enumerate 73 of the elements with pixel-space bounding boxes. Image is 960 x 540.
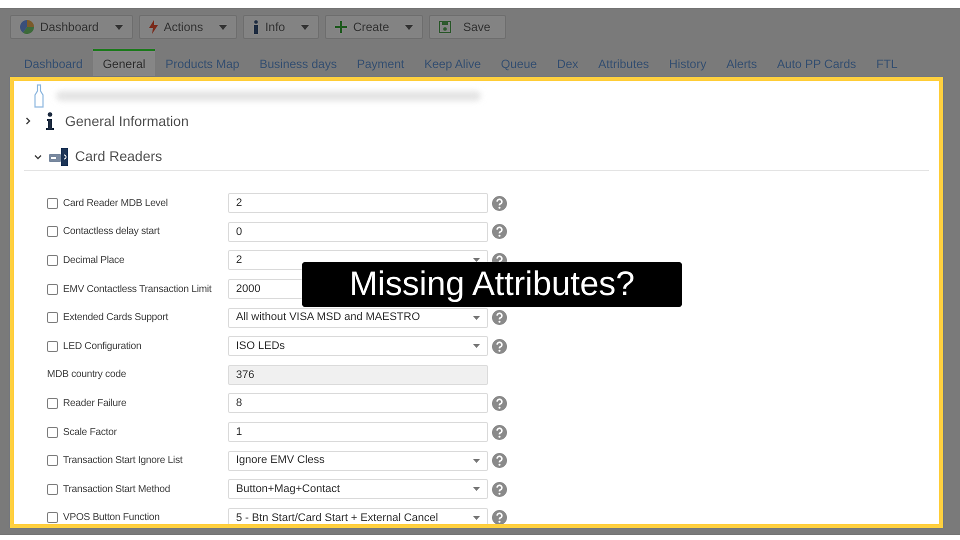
tab[interactable]: Keep Alive bbox=[414, 49, 491, 76]
field-label: Reader Failure bbox=[63, 396, 126, 411]
floppy-icon bbox=[439, 21, 452, 33]
checkbox[interactable] bbox=[47, 484, 58, 495]
checkbox[interactable] bbox=[47, 340, 58, 352]
tab[interactable]: Payment bbox=[346, 49, 414, 76]
checkbox[interactable] bbox=[47, 198, 58, 209]
tab[interactable]: Alerts bbox=[716, 49, 768, 76]
dropdown-field[interactable]: All without VISA MSD and MAESTRO bbox=[228, 308, 488, 328]
caret-icon bbox=[473, 344, 480, 348]
input-field[interactable]: 8 bbox=[228, 393, 488, 414]
checkbox[interactable] bbox=[47, 398, 58, 409]
caret-icon bbox=[473, 487, 480, 492]
caret-icon bbox=[405, 24, 414, 30]
tab[interactable]: Auto PP Cards bbox=[767, 49, 866, 76]
tab[interactable]: General bbox=[92, 49, 156, 76]
toolbar-button[interactable]: Dashboard bbox=[10, 15, 133, 39]
caption-tooltip: Missing Attributes? bbox=[302, 262, 682, 307]
field-label: Scale Factor bbox=[63, 426, 117, 440]
info-icon bbox=[46, 112, 54, 130]
dropdown-field[interactable]: 5 - Btn Start/Card Start + External Cancel bbox=[228, 508, 488, 524]
toolbar-button[interactable]: Actions bbox=[138, 15, 238, 39]
chevron-right-icon[interactable] bbox=[24, 117, 32, 125]
checkbox[interactable] bbox=[47, 512, 58, 524]
field-label: EMV Contactless Transaction Limit bbox=[63, 282, 212, 297]
caret-icon bbox=[114, 24, 123, 30]
caret-icon bbox=[473, 516, 480, 520]
lightning-icon bbox=[148, 20, 158, 34]
pie-chart-icon bbox=[20, 20, 34, 34]
field-label: Decimal Place bbox=[63, 254, 124, 268]
field-label: Extended Cards Support bbox=[63, 311, 168, 326]
input-field[interactable]: 2 bbox=[228, 193, 488, 214]
input-field[interactable]: 376 bbox=[228, 364, 488, 385]
checkbox[interactable] bbox=[47, 426, 58, 438]
checkbox[interactable] bbox=[47, 254, 58, 266]
bottle-icon bbox=[34, 84, 44, 108]
info-icon bbox=[253, 20, 260, 34]
section-title: Card Readers bbox=[75, 147, 162, 166]
caret-icon bbox=[219, 24, 228, 30]
tab[interactable]: FTL bbox=[866, 49, 908, 76]
checkbox[interactable] bbox=[47, 455, 58, 466]
tab[interactable]: Attributes bbox=[588, 49, 659, 76]
tab[interactable]: Dashboard bbox=[14, 49, 93, 76]
toolbar-button[interactable]: Save bbox=[429, 15, 506, 39]
checkbox[interactable] bbox=[47, 312, 58, 324]
tab[interactable]: Products Map bbox=[155, 49, 250, 76]
tab[interactable]: Business days bbox=[249, 49, 347, 76]
field-label: Transaction Start Method bbox=[63, 482, 170, 497]
caret-icon bbox=[473, 316, 480, 320]
checkbox[interactable] bbox=[47, 226, 58, 238]
field-label: VPOS Button Function bbox=[63, 511, 160, 524]
field-label: Transaction Start Ignore List bbox=[63, 454, 182, 468]
section-title: General Information bbox=[65, 112, 189, 130]
toolbar-button[interactable]: Create bbox=[325, 15, 424, 39]
tab[interactable]: Queue bbox=[490, 49, 547, 76]
field-label: MDB country code bbox=[47, 368, 126, 382]
tab[interactable]: History bbox=[659, 49, 716, 76]
dropdown-field[interactable]: Ignore EMV Cless bbox=[228, 450, 488, 471]
toolbar-button[interactable]: Info bbox=[243, 15, 320, 39]
checkbox[interactable] bbox=[47, 284, 58, 295]
caret-icon bbox=[473, 458, 480, 463]
dropdown-field[interactable]: ISO LEDs bbox=[228, 336, 488, 356]
plus-icon bbox=[335, 21, 348, 33]
input-field[interactable]: 1 bbox=[228, 422, 488, 442]
tab[interactable]: Dex bbox=[546, 49, 588, 76]
caret-icon bbox=[301, 24, 310, 30]
field-label: Card Reader MDB Level bbox=[63, 196, 168, 211]
input-field[interactable]: 0 bbox=[228, 222, 488, 242]
card-reader-icon bbox=[49, 148, 71, 166]
field-label: LED Configuration bbox=[63, 340, 142, 354]
chevron-down-icon[interactable] bbox=[34, 152, 42, 160]
field-label: Contactless delay start bbox=[63, 225, 160, 240]
dropdown-field[interactable]: Button+Mag+Contact bbox=[228, 479, 488, 500]
